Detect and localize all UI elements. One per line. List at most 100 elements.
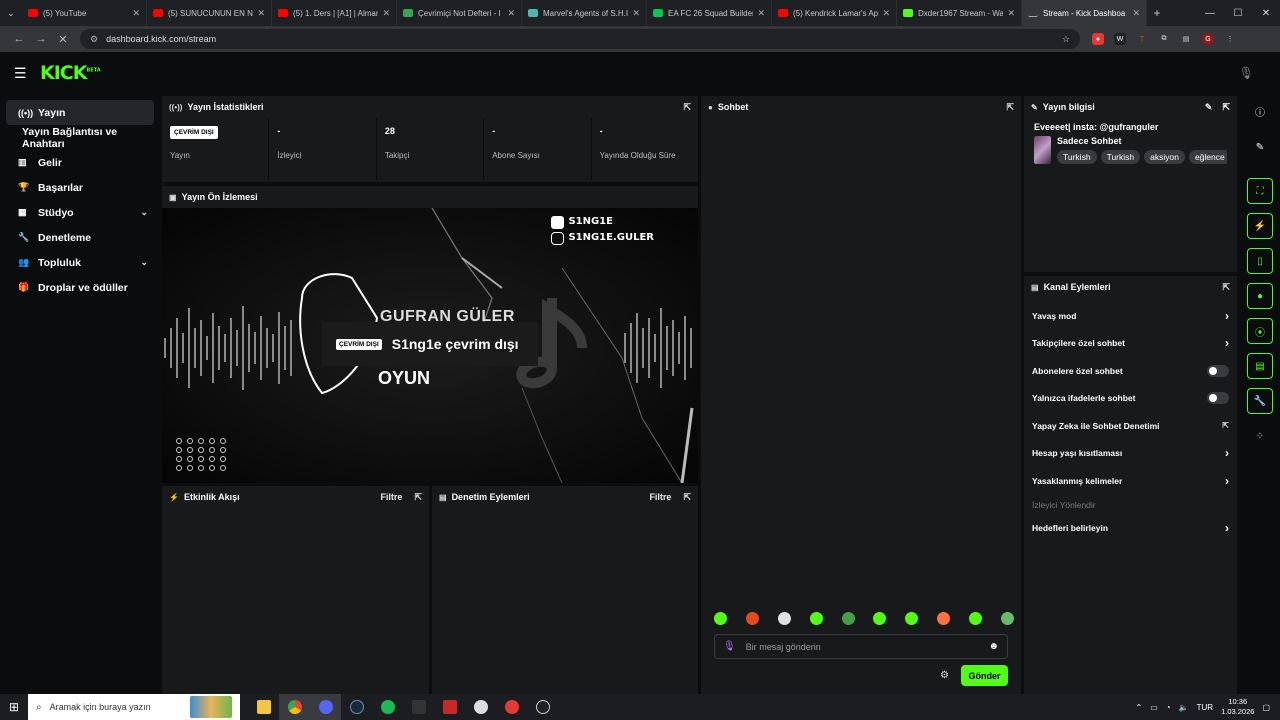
epic-games-icon[interactable]	[403, 694, 434, 720]
popout-icon[interactable]: ⇱	[414, 492, 422, 503]
emote-icon[interactable]	[969, 612, 982, 625]
emote-icon[interactable]	[809, 612, 823, 625]
edit-icon[interactable]: ✎	[1205, 102, 1213, 113]
stream-preview[interactable]: S1NG1E S1NG1E.GULER GUFRAN GÜLER OYUN ÇE…	[162, 208, 698, 483]
kick-logo[interactable]: KICKBETA	[40, 62, 101, 84]
extension-icon[interactable]: T	[1136, 33, 1148, 45]
language-indicator[interactable]: TUR	[1197, 703, 1213, 712]
browser-tab-active[interactable]: Stream - Kick Dashboa ✕	[1022, 0, 1147, 26]
sidebar-item-topluluk[interactable]: 👥 Topluluk ⌄	[6, 250, 154, 275]
sidebar-item-droplar[interactable]: 🎁 Droplar ve ödüller	[6, 275, 154, 300]
sidebar-item-denetleme[interactable]: 🔧 Denetleme	[6, 225, 154, 250]
taskbar-search[interactable]: ⌕ Aramak için buraya yazın	[28, 694, 240, 720]
sidebar-item-stream-key[interactable]: Yayın Bağlantısı ve Anahtarı	[6, 125, 154, 150]
app-icon[interactable]	[496, 694, 527, 720]
filter-button[interactable]: Filtre	[649, 492, 671, 502]
browser-tab[interactable]: (5) SUNUCUNUN EN NE ✕	[147, 0, 272, 26]
popout-icon[interactable]: ⇱	[683, 492, 691, 503]
close-icon[interactable]: ✕	[882, 8, 890, 19]
steam-icon[interactable]	[341, 694, 372, 720]
emotes-only-toggle[interactable]	[1207, 392, 1229, 405]
browser-tab[interactable]: Çevrimiçi Not Defteri - I ✕	[397, 0, 522, 26]
extension-icon[interactable]: ●	[1092, 33, 1104, 45]
network-icon[interactable]: ▭	[1150, 703, 1158, 712]
microphone-icon[interactable]: 🎙	[1239, 66, 1254, 80]
broadcast-icon[interactable]: ⦿	[1247, 318, 1273, 344]
apps-icon[interactable]: ⁘	[1247, 423, 1273, 449]
close-icon[interactable]: ✕	[632, 8, 640, 19]
action-banned-words[interactable]: Yasaklanmış kelimeler ›	[1024, 467, 1237, 495]
list-icon[interactable]: ▤	[1247, 353, 1273, 379]
sidebar-item-studyo[interactable]: ▦ Stüdyo ⌄	[6, 200, 154, 225]
sidebar-toggle-icon[interactable]: ▤	[1180, 33, 1192, 45]
tab-search-icon[interactable]: ⌄	[0, 0, 22, 26]
sidebar-item-yayin[interactable]: ((•)) Yayın	[6, 100, 154, 125]
browser-tab[interactable]: Dxder1967 Stream - Wa ✕	[897, 0, 1022, 26]
url-input[interactable]: ⚙ dashboard.kick.com/stream ☆	[80, 29, 1080, 49]
chat-bubble-icon[interactable]: ●	[1247, 283, 1273, 309]
wifi-icon[interactable]: ◔	[1166, 703, 1171, 712]
action-account-age[interactable]: Hesap yaşı kısıtlaması ›	[1024, 440, 1237, 468]
discord-icon[interactable]	[310, 694, 341, 720]
clock[interactable]: 10:36 1.03.2026	[1221, 697, 1254, 717]
emoji-icon[interactable]: ☻	[988, 641, 999, 652]
close-icon[interactable]: ✕	[132, 8, 140, 19]
menu-icon[interactable]: ⋮	[1224, 33, 1236, 45]
notification-icon[interactable]: ▢	[1262, 703, 1270, 712]
chat-input[interactable]: 🎙 Bir mesaj gönderin ☻	[714, 634, 1008, 659]
close-icon[interactable]: ✕	[757, 8, 765, 19]
extensions-icon[interactable]: ⧉	[1158, 33, 1170, 45]
emote-icon[interactable]	[937, 612, 951, 625]
close-window-button[interactable]: ✕	[1252, 8, 1280, 19]
close-icon[interactable]: ✕	[1132, 8, 1140, 19]
chevron-up-icon[interactable]: ⌃	[1136, 703, 1143, 712]
stop-icon[interactable]: ✕	[52, 33, 74, 46]
popout-icon[interactable]: ⇱	[1222, 102, 1230, 113]
emote-icon[interactable]	[1000, 612, 1014, 625]
maximize-button[interactable]: ☐	[1224, 8, 1252, 19]
bookmark-star-icon[interactable]: ☆	[1062, 34, 1070, 45]
profile-avatar[interactable]: G	[1202, 33, 1214, 45]
popout-icon[interactable]: ⇱	[1222, 282, 1230, 293]
pencil-icon[interactable]: ✎	[1247, 134, 1273, 160]
back-icon[interactable]: ←	[8, 33, 30, 45]
popout-icon[interactable]: ⇱	[1006, 102, 1014, 113]
browser-tab[interactable]: EA FC 26 Squad Builder ✕	[647, 0, 772, 26]
action-slow-mode[interactable]: Yavaş mod ›	[1024, 302, 1237, 330]
emote-icon[interactable]	[714, 612, 727, 625]
speaker-icon[interactable]: 🔈	[1179, 703, 1189, 712]
wrench-icon[interactable]: 🔧	[1247, 388, 1273, 414]
settings-icon[interactable]	[465, 694, 496, 720]
emote-icon[interactable]	[745, 612, 759, 625]
close-icon[interactable]: ✕	[382, 8, 390, 19]
forward-icon[interactable]: →	[30, 33, 52, 45]
site-info-icon[interactable]: ⚙	[90, 34, 98, 45]
emote-icon[interactable]	[777, 612, 791, 625]
browser-tab[interactable]: (5) YouTube ✕	[22, 0, 147, 26]
bolt-icon[interactable]: ⚡	[1247, 213, 1273, 239]
send-button[interactable]: Gönder	[960, 665, 1008, 686]
filter-button[interactable]: Filtre	[380, 492, 402, 502]
microphone-icon[interactable]: 🎙	[723, 641, 736, 652]
sidebar-item-gelir[interactable]: ▥ Gelir	[6, 150, 154, 175]
close-icon[interactable]: ✕	[1007, 8, 1015, 19]
emote-icon[interactable]	[841, 612, 855, 625]
sidebar-item-basarilar[interactable]: 🏆 Başarılar	[6, 175, 154, 200]
hamburger-menu-icon[interactable]: ☰	[14, 65, 32, 82]
spotify-icon[interactable]	[372, 694, 403, 720]
screen-icon[interactable]: ⛶	[1247, 178, 1273, 204]
action-followers-only[interactable]: Takipçilere özel sohbet ›	[1024, 330, 1237, 358]
subscribers-only-toggle[interactable]	[1207, 364, 1229, 377]
close-icon[interactable]: ✕	[507, 8, 515, 19]
app-icon[interactable]	[434, 694, 465, 720]
gear-icon[interactable]: ⚙	[940, 670, 949, 681]
action-goals[interactable]: Hedefleri belirleyin ›	[1024, 515, 1237, 543]
obs-icon[interactable]	[527, 694, 558, 720]
extension-icon[interactable]: W	[1114, 33, 1126, 45]
browser-tab[interactable]: (5) Kendrick Lamar's Ap ✕	[772, 0, 897, 26]
browser-tab[interactable]: Marvel's Agents of S.H.I. ✕	[522, 0, 647, 26]
new-tab-button[interactable]: +	[1147, 6, 1167, 20]
clipboard-icon[interactable]: ▯	[1247, 248, 1273, 274]
popout-icon[interactable]: ⇱	[683, 102, 691, 113]
action-ai-moderation[interactable]: Yapay Zeka ile Sohbet Denetimi ⇱	[1024, 412, 1237, 440]
